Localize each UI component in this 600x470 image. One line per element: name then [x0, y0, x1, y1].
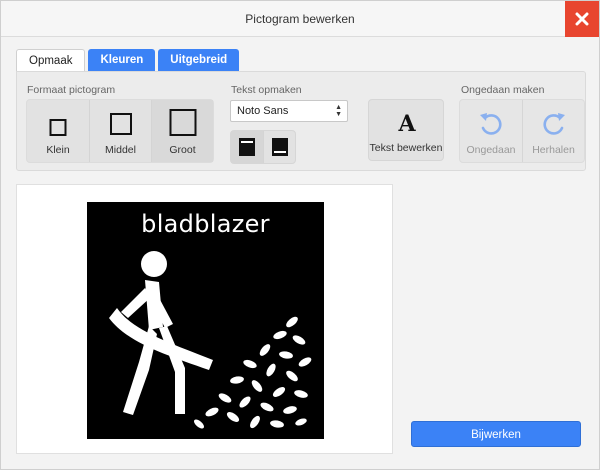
undo-label: Ongedaan: [466, 144, 516, 156]
edit-text-label: Tekst bewerken: [369, 142, 443, 154]
tab-opmaak[interactable]: Opmaak: [16, 49, 86, 72]
letter-a-icon: A: [397, 111, 416, 134]
tab-bar: Opmaak Kleuren Uitgebreid: [16, 49, 242, 72]
tab-kleuren[interactable]: Kleuren: [88, 49, 156, 71]
format-toolbar: Formaat pictogram Klein Middel Groot Tek…: [16, 71, 586, 171]
close-icon: [575, 12, 589, 26]
size-medium-button[interactable]: Middel: [89, 100, 151, 162]
pictogram-preview-panel: bladblazer: [16, 184, 393, 454]
dialog-title: Pictogram bewerken: [245, 12, 355, 26]
svg-text:A: A: [397, 111, 416, 134]
medium-square-icon: [109, 113, 132, 135]
size-large-button[interactable]: Groot: [151, 100, 213, 162]
format-section-label: Formaat pictogram: [27, 84, 116, 96]
redo-icon: [543, 113, 565, 135]
update-button[interactable]: Bijwerken: [411, 421, 581, 447]
text-bottom-button[interactable]: [263, 131, 295, 163]
size-large-label: Groot: [169, 144, 196, 156]
undo-icon: [480, 113, 502, 135]
size-selector: Klein Middel Groot: [26, 99, 214, 163]
small-square-icon: [49, 119, 67, 136]
text-position-group: [230, 130, 296, 164]
text-top-button[interactable]: [231, 131, 263, 163]
text-top-icon: [239, 138, 255, 156]
redo-button[interactable]: Herhalen: [522, 100, 584, 162]
text-bottom-icon: [272, 138, 288, 156]
text-section-label: Tekst opmaken: [231, 84, 302, 96]
tab-uitgebreid[interactable]: Uitgebreid: [158, 49, 240, 71]
close-button[interactable]: [565, 1, 599, 37]
size-medium-label: Middel: [105, 144, 136, 156]
redo-label: Herhalen: [532, 144, 575, 156]
title-bar: Pictogram bewerken: [1, 1, 599, 37]
leaf-blower-person-icon: [109, 251, 312, 429]
select-arrows-icon: ▲ ▼: [335, 104, 342, 118]
font-select[interactable]: Noto Sans ▲ ▼: [230, 100, 348, 122]
dialog-window: Pictogram bewerken Opmaak Kleuren Uitgeb…: [0, 0, 600, 470]
pictogram-image: bladblazer: [87, 202, 324, 439]
font-select-value: Noto Sans: [237, 105, 289, 117]
edit-text-button[interactable]: A Tekst bewerken: [368, 99, 444, 161]
undo-button[interactable]: Ongedaan: [460, 100, 522, 162]
undo-redo-group: Ongedaan Herhalen: [459, 99, 585, 163]
size-small-label: Klein: [46, 144, 70, 156]
size-small-button[interactable]: Klein: [27, 100, 89, 162]
large-square-icon: [169, 109, 196, 136]
undo-section-label: Ongedaan maken: [461, 84, 545, 96]
